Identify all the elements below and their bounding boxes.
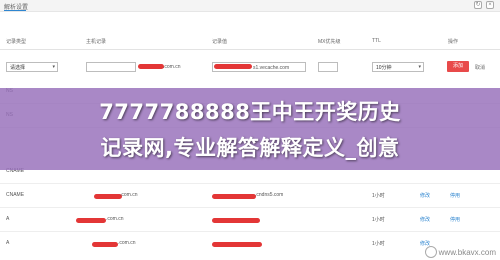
watermark-logo-icon	[424, 246, 437, 258]
ttl-select[interactable]: 10分钟 ▾	[372, 62, 424, 72]
record-value-text: s1.vecache.com	[253, 65, 290, 71]
overlay-headline-line2: 记录网,专业解答解释定义_创意	[100, 136, 400, 160]
row-host: .com.cn	[106, 216, 124, 222]
redaction-mark	[94, 194, 122, 199]
column-header-type: 记录类型	[6, 39, 27, 45]
disable-link[interactable]: 停用	[450, 192, 460, 199]
row-ttl: 1小时	[372, 217, 385, 223]
redaction-mark	[212, 194, 256, 199]
chevron-down-icon: ▾	[52, 64, 55, 70]
redaction-mark	[214, 64, 252, 69]
column-header-value: 记录值	[212, 39, 228, 45]
top-bar: 解析设置 ↻ ×	[0, 0, 500, 12]
column-header-host: 主机记录	[86, 39, 107, 45]
row-host: .com.cn	[120, 192, 138, 198]
redaction-mark	[138, 64, 164, 69]
column-header-ttl: TTL	[372, 38, 381, 44]
column-header-action: 操作	[448, 39, 459, 45]
overlay-headline-line1: 7777788888王中王开奖历史	[99, 100, 401, 124]
watermark-text: www.bkavx.com	[438, 247, 496, 257]
row-ttl: 1小时	[372, 193, 385, 199]
window-controls: ↻ ×	[474, 1, 494, 9]
ttl-select-value: 10分钟	[376, 65, 392, 71]
add-button[interactable]: 添加	[447, 61, 469, 72]
edit-link[interactable]: 修改	[420, 216, 430, 223]
redaction-mark	[76, 218, 106, 223]
redaction-mark	[212, 218, 260, 223]
refresh-icon[interactable]: ↻	[474, 1, 482, 9]
record-type-select-value: 请选择	[10, 65, 26, 71]
table-row: A .com.cn 1小时 修改 停用	[0, 208, 500, 232]
row-value: .cndns5.com	[255, 192, 284, 198]
row-ttl: 1小时	[372, 241, 385, 247]
close-icon[interactable]: ×	[486, 1, 494, 9]
cancel-link[interactable]: 取消	[475, 64, 485, 71]
row-host: .com.cn	[118, 240, 136, 246]
record-type-select[interactable]: 请选择 ▾	[6, 62, 58, 72]
redaction-mark	[212, 242, 262, 247]
edit-link[interactable]: 修改	[420, 192, 430, 199]
active-tab-indicator	[4, 10, 26, 11]
column-header-mx: MX优先级	[318, 39, 341, 45]
mx-priority-input[interactable]	[318, 62, 338, 72]
row-type: A	[6, 240, 10, 246]
table-row: CNAME .com.cn .cndns5.com 1小时 修改 停用	[0, 184, 500, 208]
row-type: CNAME	[6, 192, 25, 198]
host-suffix: .com.cn	[163, 64, 181, 70]
host-record-input[interactable]	[86, 62, 136, 72]
redaction-mark	[92, 242, 118, 247]
overlay-banner: 7777788888王中王开奖历史 记录网,专业解答解释定义_创意	[0, 88, 500, 170]
disable-link[interactable]: 停用	[450, 216, 460, 223]
row-type: A	[6, 216, 10, 222]
watermark: www.bkavx.com	[424, 246, 496, 258]
table-header: 记录类型 主机记录 记录值 MX优先级 TTL 操作	[0, 30, 500, 50]
chevron-down-icon: ▾	[418, 64, 421, 70]
